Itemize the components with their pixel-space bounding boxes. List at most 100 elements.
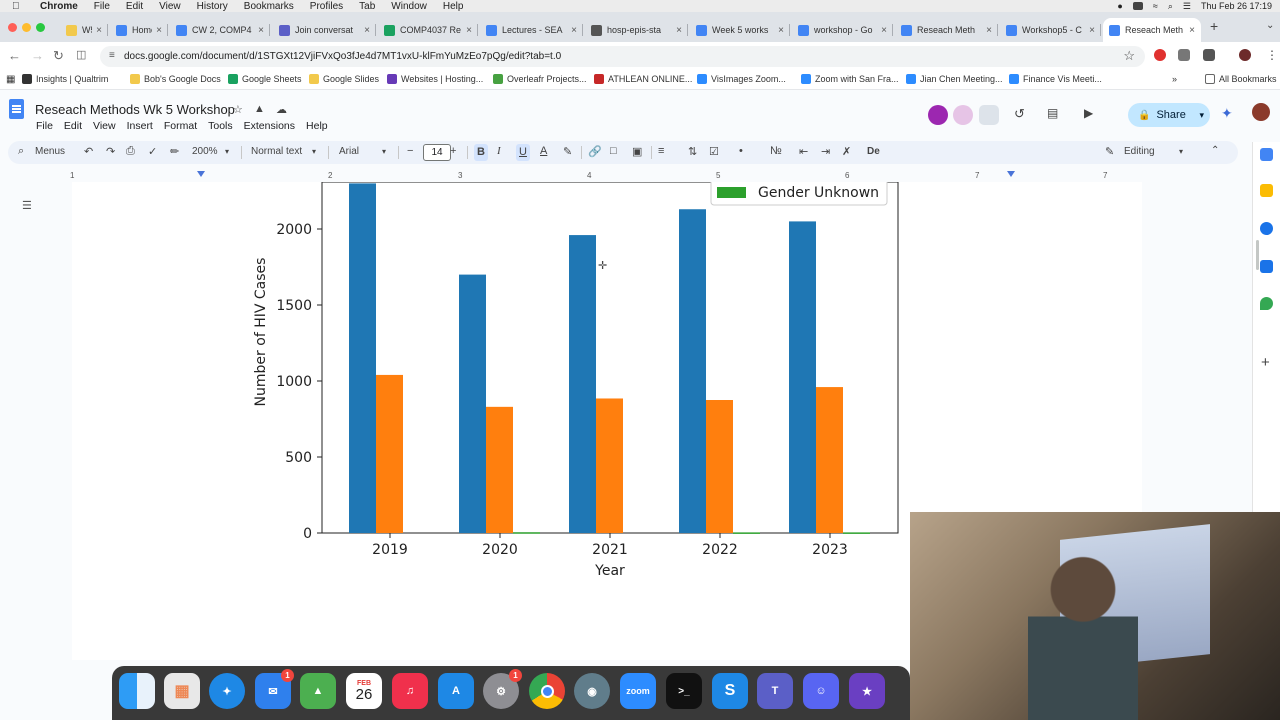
more-tools-icon[interactable]: De (867, 146, 880, 157)
search-icon[interactable]: ⌕ (1168, 1, 1173, 12)
clear-formatting-icon[interactable]: ✗ (842, 145, 851, 158)
minimize-window-icon[interactable] (22, 23, 31, 32)
menu-help[interactable]: Help (443, 1, 464, 12)
numbered-list-icon[interactable]: № (770, 145, 782, 157)
menu-app-name[interactable]: Chrome (40, 1, 78, 12)
font-size-input[interactable]: 14 (423, 144, 451, 161)
bookmark-item[interactable]: Finance Vis Meeti... (1009, 74, 1102, 84)
mail-icon[interactable]: ✉ 1 (255, 669, 294, 709)
increase-font-icon[interactable]: + (450, 145, 456, 157)
document-title[interactable]: Reseach Methods Wk 5 Workshop (35, 102, 235, 117)
collaborator-avatar-2[interactable] (953, 105, 973, 125)
bar-0-2019[interactable] (349, 183, 376, 533)
chrome-menu-icon[interactable]: ⋮ (1266, 48, 1278, 62)
meet-video-icon[interactable]: ▶ (1084, 106, 1093, 120)
docs-menu-file[interactable]: File (36, 120, 53, 132)
calendar-icon[interactable] (1260, 148, 1273, 161)
tasks-icon[interactable] (1260, 222, 1273, 235)
url-text[interactable]: docs.google.com/document/d/1STGXt12VjiFV… (124, 51, 561, 62)
menu-view[interactable]: View (159, 1, 181, 12)
hide-menus-icon[interactable]: ⌃ (1211, 145, 1219, 156)
browser-tab[interactable]: Week 5 works × (690, 18, 790, 42)
terminal-icon[interactable]: >_ (666, 673, 702, 709)
bookmark-item[interactable]: Websites | Hosting... (387, 74, 483, 84)
spellcheck-icon[interactable]: ✓ (148, 145, 157, 158)
battery-icon[interactable] (1132, 2, 1143, 10)
starred-app-icon[interactable]: ★ (849, 673, 885, 709)
forward-arrow-icon[interactable]: → (31, 48, 44, 63)
back-arrow-icon[interactable]: ← (8, 48, 21, 63)
style-select[interactable]: Normal text (251, 146, 302, 157)
new-tab-button[interactable]: + (1210, 18, 1218, 34)
link-icon[interactable]: 🔗 (588, 145, 602, 158)
bar-0-2021[interactable] (569, 235, 596, 533)
profile-avatar[interactable] (1239, 49, 1251, 61)
menu-tab[interactable]: Tab (359, 1, 375, 12)
menu-profiles[interactable]: Profiles (310, 1, 343, 12)
bar-1-2021[interactable] (596, 398, 623, 533)
browser-tab[interactable]: W5.Vi × (60, 18, 108, 42)
font-caret-icon[interactable]: ▾ (382, 147, 386, 156)
bookmark-item[interactable]: Google Slides (309, 74, 379, 84)
docs-menu-edit[interactable]: Edit (64, 120, 82, 132)
bookmark-item[interactable]: Zoom with San Fra... (801, 74, 899, 84)
menu-edit[interactable]: Edit (126, 1, 143, 12)
system-settings-icon[interactable]: ⚙ 1 (483, 669, 522, 709)
zoom-caret-icon[interactable]: ▾ (225, 147, 229, 156)
docs-menu-insert[interactable]: Insert (127, 120, 153, 132)
search-menus-icon[interactable]: ⌕ (18, 145, 24, 158)
extension-red-icon[interactable] (1154, 49, 1166, 61)
safari-icon[interactable]: ✦ (209, 673, 245, 709)
bar-0-2020[interactable] (459, 274, 486, 533)
close-tab-icon[interactable]: × (466, 25, 472, 36)
star-icon[interactable]: ☆ (233, 103, 243, 116)
gemini-sparkle-icon[interactable]: ✦ (1221, 105, 1233, 122)
all-bookmarks[interactable]: All Bookmarks (1205, 74, 1277, 84)
bookmark-item[interactable]: Insights | Qualtrim (22, 74, 108, 84)
account-avatar[interactable] (1252, 103, 1270, 121)
add-comment-icon[interactable]: □ (610, 145, 617, 157)
teams-icon[interactable]: T (757, 673, 793, 709)
contacts-icon[interactable] (1260, 260, 1273, 273)
undo-icon[interactable]: ↶ (84, 145, 93, 158)
cloud-saved-icon[interactable]: ☁ (276, 103, 287, 116)
right-indent-marker[interactable] (1007, 171, 1015, 177)
print-icon[interactable]: ⎙ (126, 145, 135, 158)
bookmark-star-icon[interactable]: ☆ (1123, 48, 1135, 64)
bold-icon[interactable]: B (474, 144, 488, 161)
browser-tab[interactable]: workshop - Go × (792, 18, 893, 42)
bar-1-2020[interactable] (486, 406, 513, 533)
mode-caret-icon[interactable]: ▾ (1179, 147, 1183, 156)
browser-tab[interactable]: Workshop5 - C × (1000, 18, 1101, 42)
docs-menu-help[interactable]: Help (306, 120, 328, 132)
paint-format-icon[interactable]: ✏ (170, 145, 179, 158)
music-icon[interactable]: ♫ (392, 673, 428, 709)
browser-tab[interactable]: COMP4037 Re × (378, 18, 478, 42)
discord-icon[interactable]: ☺ (803, 673, 839, 709)
add-addon-icon[interactable]: + (1261, 354, 1270, 371)
browser-tab[interactable]: Reseach Meth × (1103, 18, 1201, 42)
close-tab-icon[interactable]: × (778, 25, 784, 36)
decrease-indent-icon[interactable]: ⇤ (799, 145, 808, 158)
hiv-cases-chart[interactable]: 0 500 1000 1500 2000 2019 2020 2021 2022 2023 Year… (240, 177, 910, 582)
close-tab-icon[interactable]: × (258, 25, 264, 36)
search-menus-label[interactable]: Menus (35, 146, 65, 157)
bar-0-2023[interactable] (789, 221, 816, 533)
share-button[interactable]: 🔒 Share ▾ (1128, 103, 1210, 127)
extensions-puzzle-icon[interactable] (1203, 49, 1215, 61)
browser-tab[interactable]: Reseach Meth × (895, 18, 998, 42)
italic-icon[interactable]: I (497, 145, 501, 157)
docs-menu-format[interactable]: Format (164, 120, 197, 132)
close-tab-icon[interactable]: × (881, 25, 887, 36)
google-docs-logo-icon[interactable] (9, 99, 24, 119)
s-app-icon[interactable]: S (712, 673, 748, 709)
bookmark-item[interactable]: ATHLEAN ONLINE... (594, 74, 692, 84)
close-tab-icon[interactable]: × (571, 25, 577, 36)
bar-1-2019[interactable] (376, 374, 403, 533)
browser-tab[interactable]: Lectures - SEA × (480, 18, 583, 42)
close-tab-icon[interactable]: × (1089, 25, 1095, 36)
bookmark-item[interactable]: Overleafr Projects... (493, 74, 587, 84)
redo-icon[interactable]: ↷ (106, 145, 115, 158)
close-tab-icon[interactable]: × (156, 25, 162, 36)
docs-menu-tools[interactable]: Tools (208, 120, 233, 132)
